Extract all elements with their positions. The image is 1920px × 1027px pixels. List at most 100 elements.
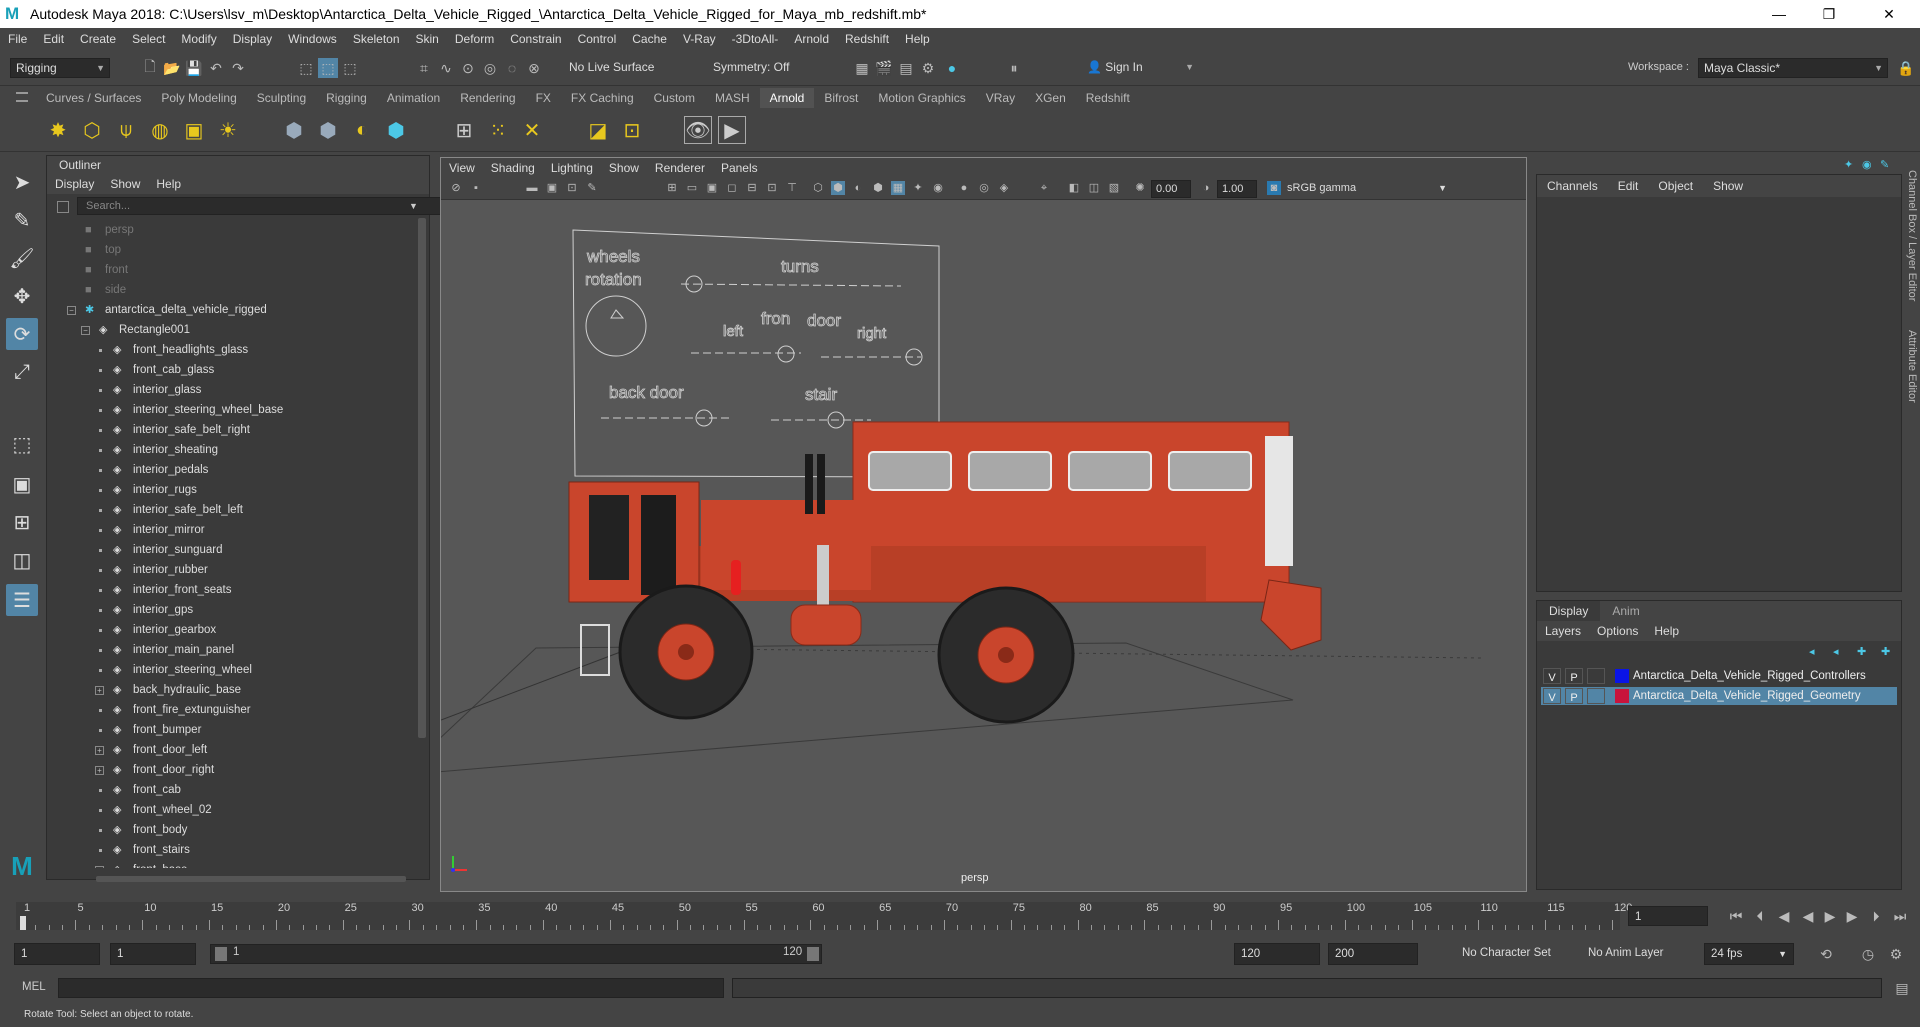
exposure-field[interactable]: 0.00 bbox=[1151, 180, 1191, 198]
outliner-item-camera[interactable]: ■ side bbox=[47, 280, 419, 300]
play-backward-icon[interactable]: ◀ bbox=[1798, 906, 1818, 926]
color-space-dropdown[interactable]: sRGB gamma ▼ bbox=[1283, 180, 1453, 198]
xray-icon[interactable]: ◧ bbox=[1067, 181, 1081, 195]
outliner-item[interactable]: ◈ interior_sunguard bbox=[47, 540, 419, 560]
collapse-icon[interactable]: − bbox=[81, 326, 90, 335]
outliner-item[interactable]: ◈ interior_front_seats bbox=[47, 580, 419, 600]
standin-icon[interactable]: ⬢ bbox=[280, 116, 308, 144]
layer-menu-options[interactable]: Options bbox=[1589, 624, 1646, 638]
shelf-tab-animation[interactable]: Animation bbox=[377, 88, 450, 108]
layout-four-icon[interactable]: ⊞ bbox=[6, 506, 38, 538]
light-manager-icon[interactable]: ✕ bbox=[518, 116, 546, 144]
layer-row[interactable]: V P Antarctica_Delta_Vehicle_Rigged_Contro… bbox=[1541, 667, 1897, 685]
layer-tab-anim[interactable]: Anim bbox=[1600, 601, 1651, 621]
shelf-tab-fx[interactable]: FX bbox=[526, 88, 561, 108]
outliner-item[interactable]: + ◈ front_door_right bbox=[47, 760, 419, 780]
export-standin-icon[interactable]: ⬢ bbox=[382, 116, 410, 144]
vehicle-model[interactable] bbox=[568, 421, 1322, 724]
mesh-light-icon[interactable]: ▣ bbox=[180, 116, 208, 144]
expand-icon[interactable]: + bbox=[95, 746, 104, 755]
area-light-icon[interactable]: ⬡ bbox=[78, 116, 106, 144]
range-slider-end-handle[interactable] bbox=[807, 947, 819, 961]
outliner-item[interactable]: + ◈ front_base bbox=[47, 860, 419, 868]
outliner-item[interactable]: ◈ front_cab bbox=[47, 780, 419, 800]
play-render-icon[interactable]: ▶ bbox=[718, 116, 746, 144]
outliner-item-camera[interactable]: ■ persp bbox=[47, 220, 419, 240]
viewport-menu-panels[interactable]: Panels bbox=[713, 161, 766, 175]
layer-playback-toggle[interactable]: P bbox=[1565, 668, 1583, 684]
attribute-editor-toggle-icon[interactable]: ✦ bbox=[1844, 158, 1853, 171]
expand-icon[interactable]: + bbox=[95, 866, 104, 868]
channel-box-toggle-icon[interactable]: ✎ bbox=[1880, 158, 1889, 171]
sign-in-button[interactable]: 👤 Sign In ▼ bbox=[1082, 58, 1198, 78]
viewport-menu-renderer[interactable]: Renderer bbox=[647, 161, 713, 175]
outliner-item[interactable]: + ◈ front_door_left bbox=[47, 740, 419, 760]
smooth-shade-icon[interactable]: ⬢ bbox=[831, 181, 845, 195]
image-plane-icon[interactable]: ▣ bbox=[545, 181, 559, 195]
move-layer-up-icon[interactable]: ◂ bbox=[1809, 645, 1815, 658]
textured-icon[interactable]: ▦ bbox=[891, 181, 905, 195]
menu-control[interactable]: Control bbox=[570, 32, 625, 46]
select-tool-icon[interactable]: ➤ bbox=[6, 166, 38, 198]
loop-icon[interactable]: ⟲ bbox=[1816, 944, 1836, 964]
exposure-icon[interactable]: ✺ bbox=[1133, 181, 1147, 195]
menu-file[interactable]: File bbox=[0, 32, 35, 46]
shelf-tab-redshift[interactable]: Redshift bbox=[1076, 88, 1140, 108]
outliner-menu-help[interactable]: Help bbox=[148, 177, 189, 191]
render-settings-icon[interactable]: ⚙ bbox=[918, 58, 938, 78]
menu-redshift[interactable]: Redshift bbox=[837, 32, 897, 46]
auto-key-icon[interactable]: ◷ bbox=[1858, 944, 1878, 964]
layer-menu-layers[interactable]: Layers bbox=[1537, 624, 1589, 638]
render-view-icon[interactable]: ▦ bbox=[852, 58, 872, 78]
timeline-playhead[interactable] bbox=[20, 916, 26, 930]
spot-light-icon[interactable]: ⍦ bbox=[112, 116, 140, 144]
flush-cache-icon[interactable]: ⁙ bbox=[484, 116, 512, 144]
outliner-item[interactable]: ◈ interior_steering_wheel bbox=[47, 660, 419, 680]
time-slider[interactable]: 1 5 10 15 20 25 30 35 40 45 50 55 60 65 70 75 80 85 90 95 10… bbox=[0, 898, 1920, 934]
volume-icon[interactable]: ⬢ bbox=[314, 116, 342, 144]
live-surface-field[interactable]: No Live Surface bbox=[564, 58, 666, 78]
resolution-gate-icon[interactable]: ▣ bbox=[705, 181, 719, 195]
menu-display[interactable]: Display bbox=[225, 32, 280, 46]
default-material-icon[interactable]: ◐ bbox=[851, 181, 865, 195]
pause-icon[interactable]: ⏸ bbox=[1004, 58, 1024, 78]
layer-menu-help[interactable]: Help bbox=[1646, 624, 1687, 638]
isolate-select-icon[interactable]: ⌖ bbox=[1037, 181, 1051, 195]
tool-settings-toggle-icon[interactable]: ◉ bbox=[1862, 158, 1872, 171]
menu-edit[interactable]: Edit bbox=[35, 32, 72, 46]
motion-blur-icon[interactable]: ◎ bbox=[977, 181, 991, 195]
mel-label[interactable]: MEL bbox=[22, 981, 46, 993]
search-options-icon[interactable] bbox=[57, 201, 69, 213]
minimize-button[interactable]: — bbox=[1756, 0, 1802, 28]
outliner-menu-display[interactable]: Display bbox=[47, 177, 102, 191]
outliner-item[interactable]: ◈ interior_sheating bbox=[47, 440, 419, 460]
menu-help[interactable]: Help bbox=[897, 32, 938, 46]
playback-end-field[interactable]: 120 bbox=[1234, 943, 1320, 965]
animation-end-field[interactable]: 200 bbox=[1328, 943, 1418, 965]
layer-display-type-toggle[interactable] bbox=[1587, 688, 1605, 704]
playback-start-field[interactable]: 1 bbox=[110, 943, 196, 965]
layer-visibility-toggle[interactable]: V bbox=[1543, 688, 1561, 704]
chevron-down-icon[interactable]: ▼ bbox=[409, 201, 418, 211]
outliner-menu-show[interactable]: Show bbox=[102, 177, 148, 191]
arnold-light-icon[interactable]: ✸ bbox=[44, 116, 72, 144]
physical-sky-icon[interactable]: ☀ bbox=[214, 116, 242, 144]
bookmark-icon[interactable]: ▬ bbox=[525, 181, 539, 195]
color-management-icon[interactable]: ◙ bbox=[1267, 181, 1281, 195]
curve-collector-icon[interactable]: ◐ bbox=[348, 116, 376, 144]
step-back-key-icon[interactable]: ⏴ bbox=[1750, 906, 1770, 926]
outliner-item[interactable]: ◈ interior_steering_wheel_base bbox=[47, 400, 419, 420]
go-to-start-icon[interactable]: ⏮ bbox=[1726, 906, 1746, 926]
camera-attr-icon[interactable]: ▪ bbox=[469, 181, 483, 195]
menu-constrain[interactable]: Constrain bbox=[502, 32, 569, 46]
channel-box-menu-channels[interactable]: Channels bbox=[1537, 179, 1608, 193]
move-layer-down-icon[interactable]: ◂ bbox=[1833, 645, 1839, 658]
menu-3dtoall[interactable]: -3DtoAll- bbox=[724, 32, 787, 46]
outliner-item[interactable]: ◈ front_stairs bbox=[47, 840, 419, 860]
outliner-item[interactable]: ◈ interior_mirror bbox=[47, 520, 419, 540]
outliner-item[interactable]: ◈ front_cab_glass bbox=[47, 360, 419, 380]
snap-live-icon[interactable]: ⊗ bbox=[524, 58, 544, 78]
snap-point-icon[interactable]: ⊙ bbox=[458, 58, 478, 78]
outliner-item[interactable]: ◈ interior_rugs bbox=[47, 480, 419, 500]
shelf-tab-fx-caching[interactable]: FX Caching bbox=[561, 88, 644, 108]
